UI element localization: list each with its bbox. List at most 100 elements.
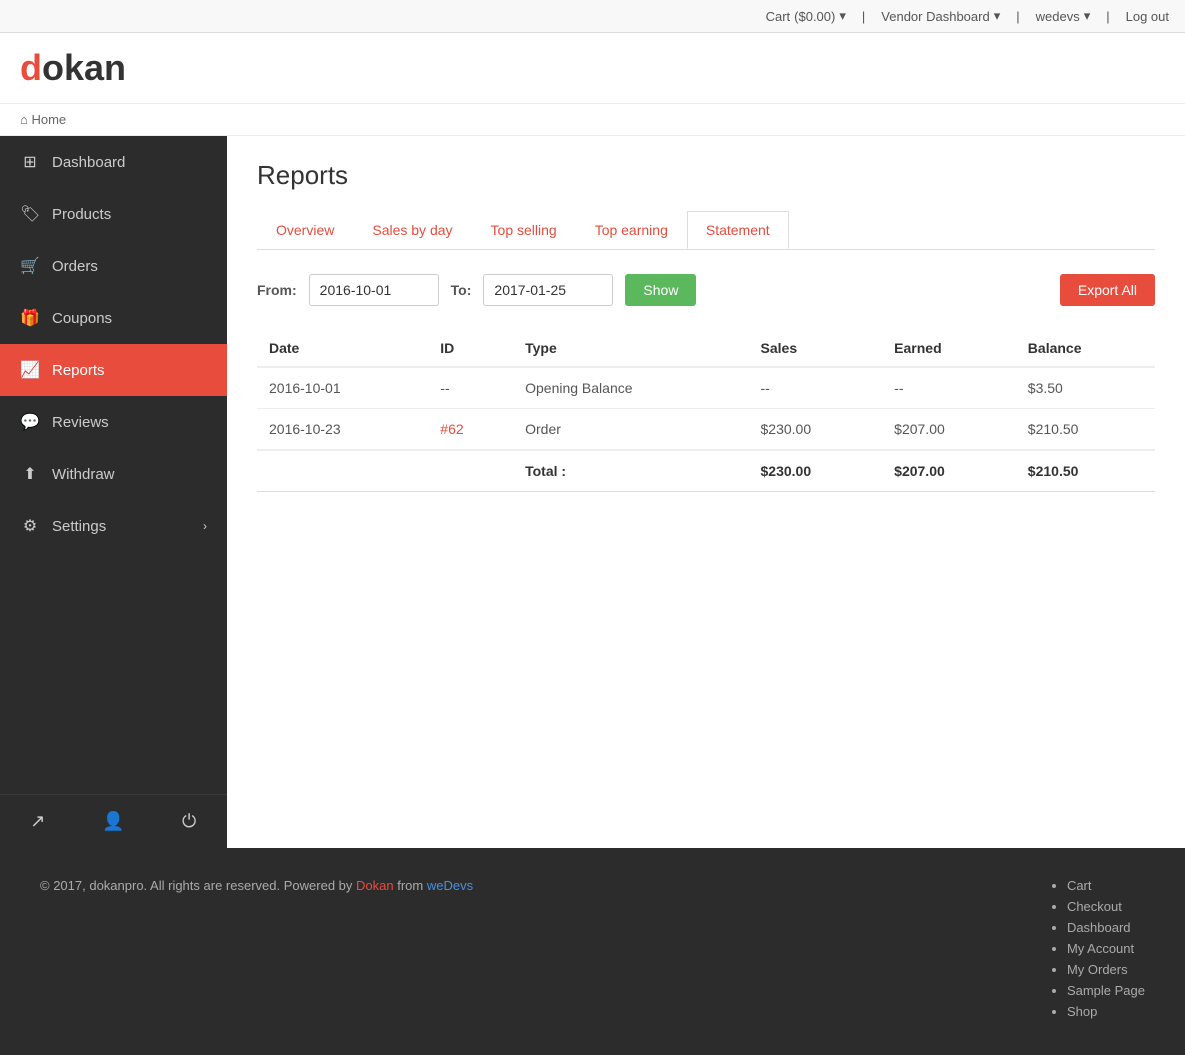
from-label: From: xyxy=(257,282,297,298)
sidebar-item-label-coupons: Coupons xyxy=(52,310,112,327)
export-all-button[interactable]: Export All xyxy=(1060,274,1155,306)
user-label: wedevs xyxy=(1036,9,1080,24)
sidebar-item-label-withdraw: Withdraw xyxy=(52,466,115,483)
footer-links: Cart Checkout Dashboard My Account My Or… xyxy=(1051,878,1145,1025)
report-tabs: Overview Sales by day Top selling Top ea… xyxy=(257,211,1155,250)
cell-balance: $210.50 xyxy=(1016,409,1155,451)
sidebar-item-reviews[interactable]: 💬 Reviews xyxy=(0,396,227,448)
logo-rest: okan xyxy=(42,47,126,88)
sidebar-nav: ⊞ Dashboard 🏷 Products 🛒 Orders 🎁 Coupon… xyxy=(0,136,227,552)
logo-d: d xyxy=(20,47,42,88)
cart-arrow: ▾ xyxy=(839,8,846,24)
orders-icon: 🛒 xyxy=(20,256,40,276)
sidebar-item-orders[interactable]: 🛒 Orders xyxy=(0,240,227,292)
cell-sales: $230.00 xyxy=(749,409,883,451)
cart-amount: ($0.00) xyxy=(794,9,835,24)
to-date-input[interactable] xyxy=(483,274,613,306)
power-icon: ⏻ xyxy=(182,811,196,832)
sidebar-logout-link[interactable]: ⏻ xyxy=(151,795,227,848)
footer-link-sample-page[interactable]: Sample Page xyxy=(1067,983,1145,998)
sidebar-item-label-reports: Reports xyxy=(52,362,105,379)
cart-label: Cart xyxy=(766,9,791,24)
table-total-row: Total : $230.00 $207.00 $210.50 xyxy=(257,450,1155,492)
table-row: 2016-10-01 -- Opening Balance -- -- $3.5… xyxy=(257,367,1155,409)
col-earned: Earned xyxy=(882,330,1016,367)
cell-type: Order xyxy=(513,409,748,451)
tab-top-selling[interactable]: Top selling xyxy=(472,211,576,249)
topbar-divider: | xyxy=(862,9,865,24)
col-balance: Balance xyxy=(1016,330,1155,367)
sidebar-item-settings[interactable]: ⚙ Settings › xyxy=(0,500,227,552)
footer-link-dashboard[interactable]: Dashboard xyxy=(1067,920,1131,935)
footer: © 2017, dokanpro. All rights are reserve… xyxy=(0,848,1185,1055)
topbar-divider2: | xyxy=(1016,9,1019,24)
total-empty1 xyxy=(428,450,513,492)
cart-link[interactable]: Cart ($0.00) ▾ xyxy=(766,8,846,24)
breadcrumb: ⌂ Home xyxy=(0,104,1185,136)
tab-overview[interactable]: Overview xyxy=(257,211,353,249)
date-filter-row: From: To: Show Export All xyxy=(257,274,1155,306)
user-menu-link[interactable]: wedevs ▾ xyxy=(1036,8,1091,24)
sidebar-item-dashboard[interactable]: ⊞ Dashboard xyxy=(0,136,227,188)
dashboard-icon: ⊞ xyxy=(20,152,40,172)
dokan-link[interactable]: Dokan xyxy=(356,878,394,893)
col-date: Date xyxy=(257,330,428,367)
sidebar-item-label-settings: Settings xyxy=(52,518,106,535)
tab-statement[interactable]: Statement xyxy=(687,211,789,249)
table-row: 2016-10-23 #62 Order $230.00 $207.00 $21… xyxy=(257,409,1155,451)
cell-type: Opening Balance xyxy=(513,367,748,409)
cell-balance: $3.50 xyxy=(1016,367,1155,409)
sidebar-external-link[interactable]: ↗ xyxy=(0,795,76,848)
sidebar-item-withdraw[interactable]: ⬆ Withdraw xyxy=(0,448,227,500)
show-button[interactable]: Show xyxy=(625,274,696,306)
cell-date: 2016-10-01 xyxy=(257,367,428,409)
cell-date: 2016-10-23 xyxy=(257,409,428,451)
vendor-dashboard-link[interactable]: Vendor Dashboard ▾ xyxy=(881,8,1000,24)
logout-link[interactable]: Log out xyxy=(1126,9,1169,24)
content-area: Reports Overview Sales by day Top sellin… xyxy=(227,136,1185,848)
sidebar-item-reports[interactable]: 📈 Reports xyxy=(0,344,227,396)
sidebar-bottom: ↗ 👤 ⏻ xyxy=(0,794,227,848)
logo-link[interactable]: dokan xyxy=(20,47,126,88)
footer-link-shop[interactable]: Shop xyxy=(1067,1004,1097,1019)
col-sales: Sales xyxy=(749,330,883,367)
home-link[interactable]: Home xyxy=(31,112,66,127)
from-text: from xyxy=(397,878,423,893)
coupons-icon: 🎁 xyxy=(20,308,40,328)
wedevs-link[interactable]: weDevs xyxy=(427,878,473,893)
report-table: Date ID Type Sales Earned Balance 2016-1… xyxy=(257,330,1155,492)
sidebar-profile-link[interactable]: 👤 xyxy=(76,795,152,848)
settings-icon: ⚙ xyxy=(20,516,40,536)
settings-chevron-icon: › xyxy=(203,519,207,533)
sidebar-item-coupons[interactable]: 🎁 Coupons xyxy=(0,292,227,344)
total-earned: $207.00 xyxy=(882,450,1016,492)
cell-earned: -- xyxy=(882,367,1016,409)
order-id-link[interactable]: #62 xyxy=(440,421,463,437)
total-sales: $230.00 xyxy=(749,450,883,492)
reports-icon: 📈 xyxy=(20,360,40,380)
sidebar-item-label-products: Products xyxy=(52,206,111,223)
total-label: Total : xyxy=(513,450,748,492)
col-id: ID xyxy=(428,330,513,367)
sidebar-item-label-reviews: Reviews xyxy=(52,414,109,431)
footer-copyright: © 2017, dokanpro. All rights are reserve… xyxy=(40,878,473,893)
logout-label: Log out xyxy=(1126,9,1169,24)
to-label: To: xyxy=(451,282,472,298)
tab-sales-by-day[interactable]: Sales by day xyxy=(353,211,471,249)
user-arrow: ▾ xyxy=(1084,8,1091,24)
tab-top-earning[interactable]: Top earning xyxy=(576,211,687,249)
home-icon: ⌂ xyxy=(20,112,28,127)
footer-link-cart[interactable]: Cart xyxy=(1067,878,1092,893)
cell-id: #62 xyxy=(428,409,513,451)
sidebar-item-label-orders: Orders xyxy=(52,258,98,275)
footer-link-my-orders[interactable]: My Orders xyxy=(1067,962,1128,977)
footer-link-my-account[interactable]: My Account xyxy=(1067,941,1134,956)
powered-by-text: Powered by xyxy=(284,878,353,893)
sidebar-item-label-dashboard: Dashboard xyxy=(52,154,125,171)
from-date-input[interactable] xyxy=(309,274,439,306)
vendor-dashboard-label: Vendor Dashboard xyxy=(881,9,989,24)
total-label-cell xyxy=(257,450,428,492)
topbar-divider3: | xyxy=(1106,9,1109,24)
cell-earned: $207.00 xyxy=(882,409,1016,451)
sidebar-item-products[interactable]: 🏷 Products xyxy=(0,188,227,240)
